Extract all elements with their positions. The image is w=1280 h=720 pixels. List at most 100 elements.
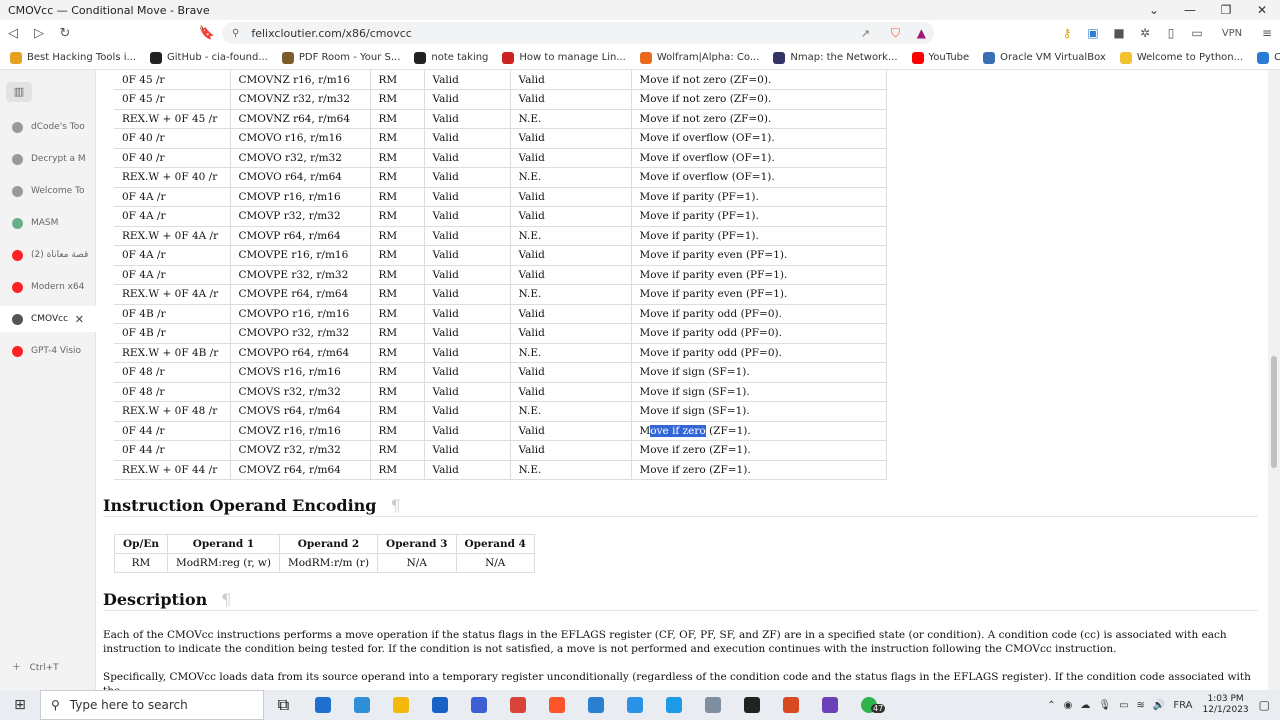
windows-start-icon[interactable]: ⊞	[0, 697, 40, 713]
wifi-icon[interactable]: ≋	[1137, 700, 1145, 711]
taskbar-app-icon[interactable]	[459, 690, 498, 720]
brave-rewards-icon[interactable]: ▲	[917, 26, 926, 40]
encoding-cell: ModRM:r/m (r)	[278, 553, 379, 573]
opcode-cell: 0F 45 /r	[114, 70, 231, 90]
bookmark-label: Clearview AI | Facial...	[1274, 52, 1280, 63]
taskbar-app-icon[interactable]	[615, 690, 654, 720]
bookmark-item[interactable]: Best Hacking Tools i...	[10, 51, 137, 64]
taskbar-app-icon[interactable]	[420, 690, 459, 720]
heading-divider	[103, 516, 1258, 517]
microphone-icon[interactable]: 🎙	[1098, 700, 1111, 711]
sidebar-tab[interactable]: Modern x64	[0, 274, 96, 300]
task-view-icon[interactable]: ⧉	[264, 690, 303, 720]
battery-icon[interactable]: ▭	[1119, 700, 1128, 711]
encoding-cell: N/A	[455, 553, 535, 573]
url-text[interactable]: felixcloutier.com/x86/cmovcc	[251, 27, 412, 40]
bookmark-item[interactable]: Clearview AI | Facial...	[1257, 51, 1280, 64]
bookmark-icon[interactable]: 🔖	[194, 26, 220, 41]
address-bar[interactable]: ⚲ felixcloutier.com/x86/cmovcc ↗ ⛉ ▲	[222, 22, 934, 44]
chevron-down-icon[interactable]: ⌄	[1136, 3, 1172, 17]
bookmark-item[interactable]: YouTube	[911, 51, 969, 64]
back-icon[interactable]: ◁	[0, 26, 26, 41]
op-en-cell: RM	[370, 284, 425, 305]
bookmark-item[interactable]: Wolfram|Alpha: Co...	[639, 51, 759, 64]
taskbar-app-icon[interactable]	[303, 690, 342, 720]
taskbar-app-icon[interactable]	[342, 690, 381, 720]
close-tab-icon[interactable]: ✕	[75, 313, 84, 326]
compat-cell: Valid	[510, 206, 632, 227]
op-en-cell: RM	[370, 323, 425, 344]
bookmark-label: Best Hacking Tools i...	[27, 52, 137, 63]
new-tab-button[interactable]: ＋ Ctrl+T	[12, 660, 59, 673]
table-row: 0F 4A /r CMOVP r16, r/m16 RM Valid Valid Move…	[114, 187, 887, 207]
bookmark-item[interactable]: How to manage Lin...	[502, 51, 626, 64]
bookmark-item[interactable]: note taking	[414, 51, 488, 64]
table-row: 0F 40 /r CMOVO r16, r/m16 RM Valid Valid Move…	[114, 128, 887, 149]
selected-text[interactable]: ove if zero	[650, 424, 706, 437]
op-en-cell: RM	[370, 187, 425, 207]
chevron-up-icon[interactable]: ⌃	[1047, 700, 1055, 711]
bookmark-item[interactable]: PDF Room - Your S...	[281, 51, 400, 64]
taskbar-app-icon[interactable]	[498, 690, 537, 720]
scrollbar-thumb[interactable]	[1271, 356, 1277, 468]
taskbar-app-icon[interactable]	[654, 690, 693, 720]
description-cell: Move if overflow (OF=1).	[631, 128, 887, 149]
pilcrow-link[interactable]: ¶	[221, 590, 231, 609]
language-indicator[interactable]: FRA	[1173, 700, 1192, 711]
extension-window-icon[interactable]: ▣	[1080, 26, 1106, 40]
mode64-cell: Valid	[424, 70, 511, 90]
volume-icon[interactable]: 🔊	[1153, 700, 1165, 711]
page-scrollbar[interactable]	[1268, 70, 1280, 690]
restore-icon[interactable]: ❐	[1208, 3, 1244, 17]
description-cell: Move if parity odd (PF=0).	[631, 323, 887, 344]
forward-icon[interactable]: ▷	[26, 26, 52, 41]
taskbar-app-icon[interactable]	[771, 690, 810, 720]
table-row: 0F 44 /r CMOVZ r16, r/m16 RM Valid Valid Move…	[114, 421, 887, 441]
sidebar-tab[interactable]: MASM	[0, 210, 96, 236]
operand-encoding-table: Op/En Operand 1 Operand 2 Operand 3 Operand …	[114, 534, 535, 573]
sidebar-tab[interactable]: CMOVcc ✕	[0, 306, 96, 332]
bookmark-item[interactable]: Nmap: the Network...	[773, 51, 898, 64]
clock-date: 12/1/2023	[1202, 705, 1249, 715]
extension-dark-icon[interactable]: ■	[1106, 26, 1132, 40]
close-icon[interactable]: ✕	[1244, 3, 1280, 17]
network-icon[interactable]: ◉	[1064, 700, 1073, 711]
description-heading: Description ¶	[103, 590, 231, 609]
notifications-icon[interactable]: ▢	[1259, 698, 1270, 712]
sidebar-tab[interactable]: dCode's Too	[0, 114, 96, 140]
pilcrow-link[interactable]: ¶	[390, 496, 400, 515]
taskbar-app-icon[interactable]	[537, 690, 576, 720]
wallet-icon[interactable]: ▭	[1184, 26, 1210, 40]
share-icon[interactable]: ↗	[861, 27, 870, 40]
taskbar-app-icon[interactable]	[693, 690, 732, 720]
taskbar-app-icon[interactable]	[810, 690, 849, 720]
sidebar-tab[interactable]: Decrypt a M	[0, 146, 96, 172]
extension-key-icon[interactable]: ⚷	[1054, 26, 1080, 40]
taskbar-app-icon[interactable]	[381, 690, 420, 720]
description-cell: Move if not zero (ZF=0).	[631, 89, 887, 110]
sidebar-tab[interactable]: Welcome To	[0, 178, 96, 204]
clock[interactable]: 1:03 PM 12/1/2023	[1203, 694, 1249, 716]
description-heading-text: Description	[103, 590, 208, 609]
site-info-icon[interactable]: ⚲	[232, 28, 239, 39]
encoding-cell: RM	[114, 553, 168, 573]
bookmark-item[interactable]: Oracle VM VirtualBox	[983, 51, 1106, 64]
bookmark-item[interactable]: Welcome to Python...	[1119, 51, 1243, 64]
taskbar-app-icon[interactable]: 47	[849, 690, 888, 720]
column-header: Operand 1	[166, 534, 280, 554]
onedrive-icon[interactable]: ☁	[1080, 700, 1090, 711]
bookmark-item[interactable]: GitHub - cia-found...	[150, 51, 268, 64]
menu-icon[interactable]: ≡	[1254, 26, 1280, 40]
taskbar-search-box[interactable]: ⚲ Type here to search	[40, 690, 264, 720]
sidebar-toggle-icon[interactable]: ▥	[6, 82, 32, 102]
sidebar-tab[interactable]: GPT-4 Visio	[0, 338, 96, 364]
sidebar-icon[interactable]: ▯	[1158, 26, 1184, 40]
sidebar-tab[interactable]: (2) قصة معاناة	[0, 242, 96, 268]
minimize-icon[interactable]: —	[1172, 3, 1208, 17]
brave-shields-icon[interactable]: ⛉	[891, 26, 900, 41]
reload-icon[interactable]: ↻	[52, 26, 78, 41]
vpn-button[interactable]: VPN	[1210, 28, 1254, 39]
taskbar-app-icon[interactable]	[576, 690, 615, 720]
taskbar-app-icon[interactable]	[732, 690, 771, 720]
extensions-icon[interactable]: ✲	[1132, 26, 1158, 40]
